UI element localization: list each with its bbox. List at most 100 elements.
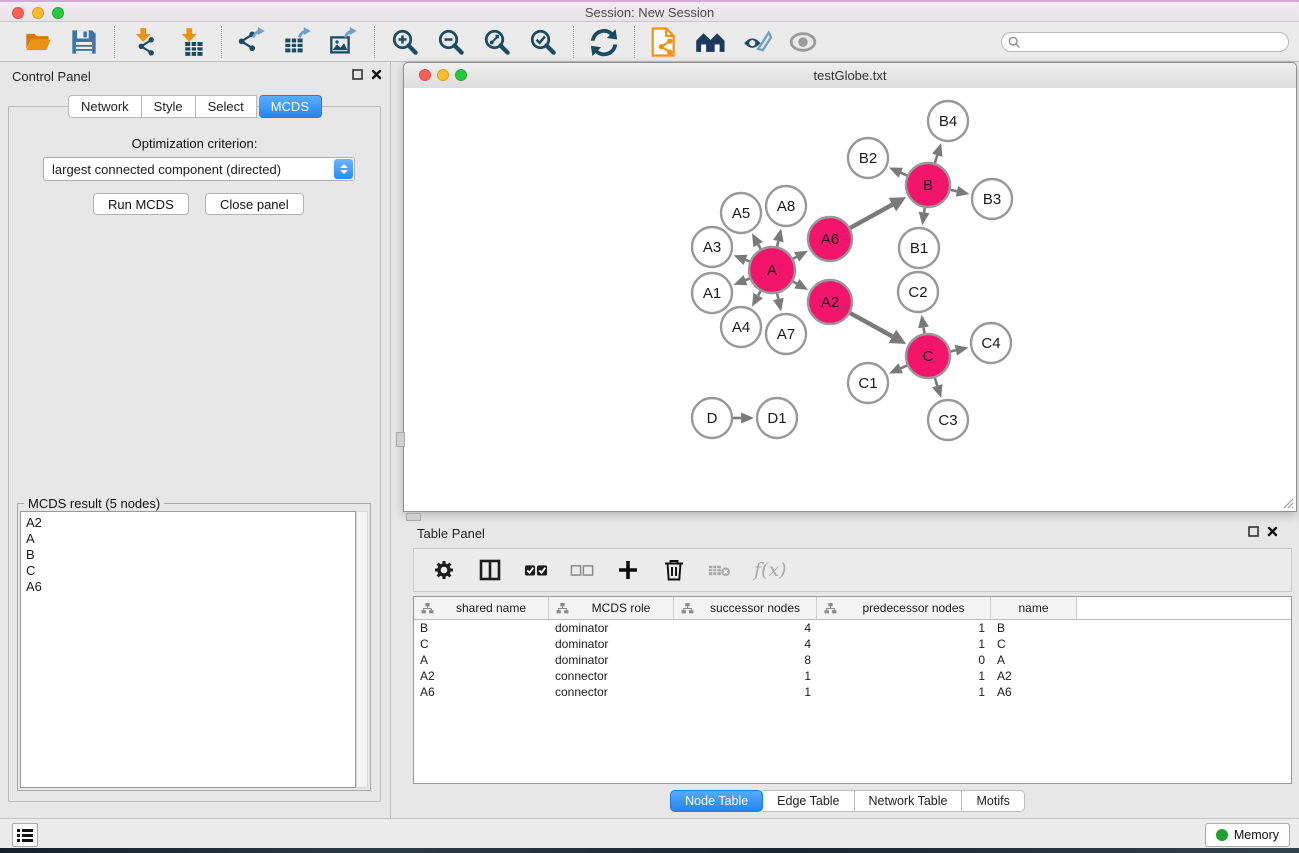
show-eye-icon[interactable]	[787, 26, 819, 58]
import-table-icon[interactable]	[175, 26, 207, 58]
float-panel-icon[interactable]	[352, 69, 363, 80]
tab-mcds[interactable]: MCDS	[259, 95, 322, 118]
home-icon[interactable]	[695, 26, 727, 58]
cell-shared-name[interactable]: A	[414, 653, 549, 667]
export-network-icon[interactable]	[236, 26, 268, 58]
delete-icon[interactable]	[662, 558, 686, 582]
mcds-result-item[interactable]: B	[26, 547, 355, 563]
column-header-shared-name[interactable]: shared name	[414, 597, 549, 619]
columns-icon[interactable]	[478, 558, 502, 582]
memory-button[interactable]: Memory	[1205, 823, 1290, 847]
edge-A-A3[interactable]	[746, 260, 750, 262]
search-input[interactable]	[1001, 32, 1289, 52]
edge-B-B2[interactable]	[901, 173, 907, 176]
cell-successor-nodes[interactable]: 4	[674, 621, 817, 635]
edge-B-B1[interactable]	[924, 208, 925, 213]
cell-predecessor-nodes[interactable]: 1	[817, 621, 991, 635]
mcds-result-list[interactable]: A2ABCA6	[20, 511, 356, 788]
tab-network[interactable]: Network	[68, 95, 142, 118]
mcds-result-scrollbar[interactable]	[356, 511, 368, 788]
network-graph[interactable]: B4B2BB3A5A8A6A3B1AA1C2A2A4A7C4CC1DD1C3	[404, 88, 1296, 511]
export-image-icon[interactable]	[328, 26, 360, 58]
gear-icon[interactable]	[432, 558, 456, 582]
zoom-out-icon[interactable]	[435, 26, 467, 58]
tab-node-table[interactable]: Node Table	[670, 790, 763, 812]
zoom-fit-icon[interactable]	[481, 26, 513, 58]
edge-C-C2[interactable]	[924, 327, 925, 333]
import-network-icon[interactable]	[129, 26, 161, 58]
mcds-result-item[interactable]: A6	[26, 579, 355, 595]
session-share-icon[interactable]	[649, 26, 681, 58]
edge-A-A5[interactable]	[758, 245, 760, 249]
cell-shared-name[interactable]: A2	[414, 669, 549, 683]
cell-predecessor-nodes[interactable]: 0	[817, 653, 991, 667]
cell-MCDS-role[interactable]: connector	[549, 669, 674, 683]
select-all-icon[interactable]	[524, 558, 548, 582]
cell-successor-nodes[interactable]: 1	[674, 685, 817, 699]
edge-A6-B[interactable]	[850, 205, 892, 228]
column-header-successor-nodes[interactable]: successor nodes	[674, 597, 817, 619]
split-divider-handle-vertical[interactable]	[396, 432, 405, 447]
cell-MCDS-role[interactable]: dominator	[549, 621, 674, 635]
cell-shared-name[interactable]: C	[414, 637, 549, 651]
cell-MCDS-role[interactable]: dominator	[549, 653, 674, 667]
cell-name[interactable]: A2	[991, 669, 1077, 683]
edge-C-C4[interactable]	[951, 350, 956, 351]
edge-A-A6[interactable]	[793, 257, 796, 259]
network-window-titlebar[interactable]: testGlobe.txt	[404, 63, 1296, 89]
tab-select[interactable]: Select	[196, 95, 257, 118]
mcds-result-item[interactable]: A2	[26, 515, 355, 531]
mcds-result-item[interactable]: C	[26, 563, 355, 579]
table-row[interactable]: A6connector11A6	[414, 684, 1291, 700]
edge-A-A2[interactable]	[793, 282, 797, 284]
save-icon[interactable]	[68, 26, 100, 58]
cell-name[interactable]: A	[991, 653, 1077, 667]
open-folder-icon[interactable]	[22, 26, 54, 58]
table-row[interactable]: Adominator80A	[414, 652, 1291, 668]
zoom-in-icon[interactable]	[389, 26, 421, 58]
network-canvas[interactable]: B4B2BB3A5A8A6A3B1AA1C2A2A4A7C4CC1DD1C3	[404, 88, 1296, 511]
cell-successor-nodes[interactable]: 8	[674, 653, 817, 667]
column-header-name[interactable]: name	[991, 597, 1077, 619]
cell-name[interactable]: B	[991, 621, 1077, 635]
edge-A2-C[interactable]	[850, 313, 892, 336]
edge-C-C1[interactable]	[901, 365, 907, 368]
tab-network-table[interactable]: Network Table	[855, 790, 963, 812]
cell-name[interactable]: A6	[991, 685, 1077, 699]
table-row[interactable]: A2connector11A2	[414, 668, 1291, 684]
tab-edge-table[interactable]: Edge Table	[763, 790, 854, 812]
close-panel-icon[interactable]	[371, 69, 382, 80]
run-mcds-button[interactable]: Run MCDS	[93, 193, 189, 215]
cell-MCDS-role[interactable]: connector	[549, 685, 674, 699]
criterion-dropdown[interactable]: largest connected component (directed)	[43, 157, 355, 181]
add-icon[interactable]	[616, 558, 640, 582]
float-table-panel-icon[interactable]	[1248, 526, 1259, 537]
cell-predecessor-nodes[interactable]: 1	[817, 637, 991, 651]
column-header-MCDS-role[interactable]: MCDS role	[549, 597, 674, 619]
cell-successor-nodes[interactable]: 4	[674, 637, 817, 651]
close-table-panel-icon[interactable]	[1267, 526, 1278, 537]
table-row[interactable]: Cdominator41C	[414, 636, 1291, 652]
edge-C-C3[interactable]	[935, 378, 937, 386]
cell-shared-name[interactable]: A6	[414, 685, 549, 699]
column-header-predecessor-nodes[interactable]: predecessor nodes	[817, 597, 991, 619]
refresh-icon[interactable]	[588, 26, 620, 58]
zoom-selected-icon[interactable]	[527, 26, 559, 58]
deselect-all-icon[interactable]	[570, 558, 594, 582]
resize-grip-icon[interactable]	[1280, 495, 1294, 509]
cell-name[interactable]: C	[991, 637, 1077, 651]
cell-predecessor-nodes[interactable]: 1	[817, 669, 991, 683]
node-table[interactable]: shared nameMCDS rolesuccessor nodesprede…	[413, 596, 1292, 784]
table-row[interactable]: Bdominator41B	[414, 620, 1291, 636]
edge-A-A4[interactable]	[758, 291, 760, 295]
edge-A-A8[interactable]	[777, 241, 778, 246]
edge-B-B4[interactable]	[935, 155, 937, 163]
tab-style[interactable]: Style	[142, 95, 196, 118]
mcds-result-item[interactable]: A	[26, 531, 355, 547]
cell-shared-name[interactable]: B	[414, 621, 549, 635]
cell-predecessor-nodes[interactable]: 1	[817, 685, 991, 699]
edge-A-A1[interactable]	[746, 279, 750, 281]
close-panel-button[interactable]: Close panel	[205, 193, 304, 215]
task-history-button[interactable]	[12, 823, 38, 847]
export-table-icon[interactable]	[282, 26, 314, 58]
